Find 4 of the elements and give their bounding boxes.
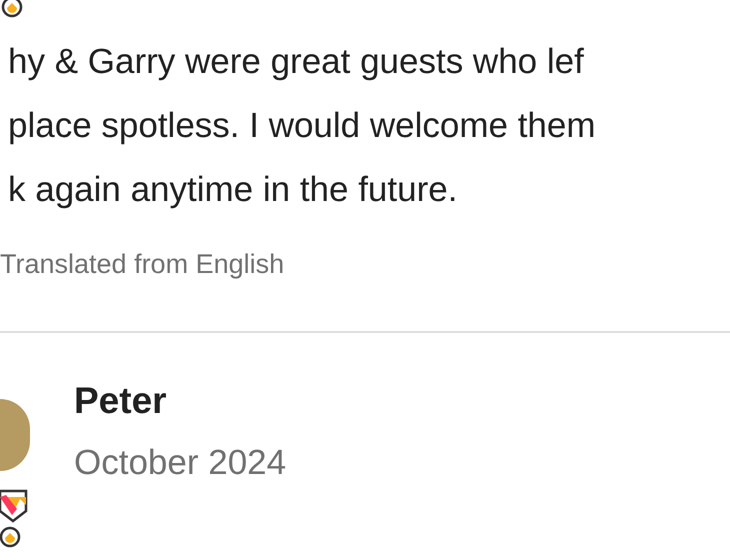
reviewer-name: Peter bbox=[74, 378, 168, 422]
review-date: October 2024 bbox=[74, 442, 286, 484]
review-text: hy & Garry were great guests who lef place spotless. I would welcome them k again anytime in the future. bbox=[8, 41, 596, 211]
translation-note: Translated from English bbox=[0, 248, 286, 281]
